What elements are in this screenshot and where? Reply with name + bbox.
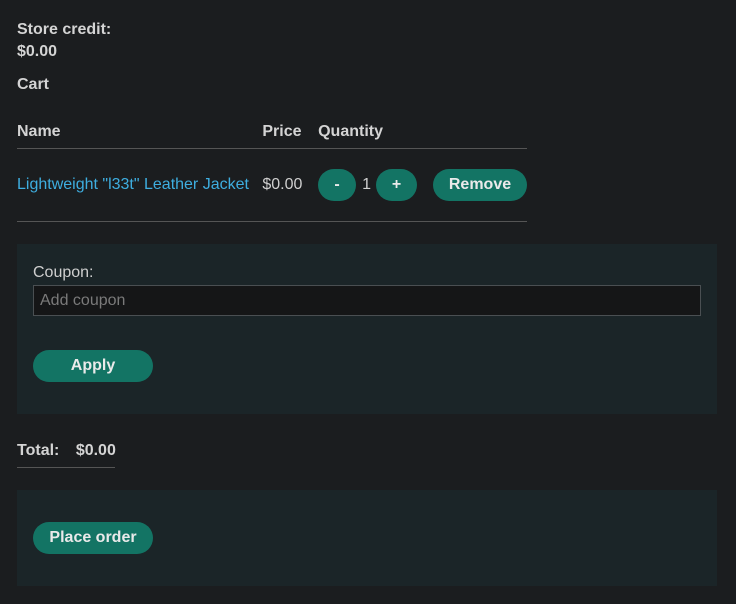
cart-heading: Cart (17, 76, 50, 93)
coupon-label: Coupon: (33, 264, 94, 281)
cart-item-quantity-cell: - 1 + Remove (318, 148, 527, 222)
store-credit-label: Store credit: (17, 21, 112, 38)
place-order-button[interactable]: Place order (33, 522, 153, 554)
column-header-quantity: Quantity (318, 116, 527, 149)
order-panel: Place order (17, 490, 717, 586)
store-credit-value: $0.00 (17, 43, 58, 60)
column-header-price: Price (262, 116, 319, 149)
total-label: Total: (17, 442, 60, 459)
cart-item-price: $0.00 (262, 176, 303, 193)
cart-page: Store credit: $0.00 Cart Name Price Quan… (0, 0, 736, 604)
coupon-input[interactable] (33, 285, 701, 316)
quantity-value: 1 (362, 176, 371, 193)
column-header-name: Name (17, 116, 263, 149)
cart-item-name-cell: Lightweight "l33t" Leather Jacket (17, 148, 263, 222)
decrease-quantity-button[interactable]: - (318, 169, 357, 201)
table-row: Lightweight "l33t" Leather Jacket $0.00 … (17, 148, 527, 222)
cart-table-body: Lightweight "l33t" Leather Jacket $0.00 … (17, 148, 527, 222)
total-value: $0.00 (75, 442, 116, 459)
product-link[interactable]: Lightweight "l33t" Leather Jacket (17, 176, 249, 193)
cart-table: Name Price Quantity Lightweight "l33t" L… (17, 116, 527, 222)
cart-table-header: Name Price Quantity (17, 116, 527, 149)
quantity-stepper: - 1 + Remove (318, 169, 527, 201)
cart-item-price-cell: $0.00 (262, 148, 319, 222)
coupon-panel: Coupon: Apply (17, 244, 717, 414)
total-row: Total: $0.00 (17, 442, 116, 468)
cart-header-row: Name Price Quantity (17, 116, 527, 149)
apply-coupon-button[interactable]: Apply (33, 350, 153, 382)
increase-quantity-button[interactable]: + (376, 169, 417, 201)
remove-item-button[interactable]: Remove (433, 169, 527, 201)
